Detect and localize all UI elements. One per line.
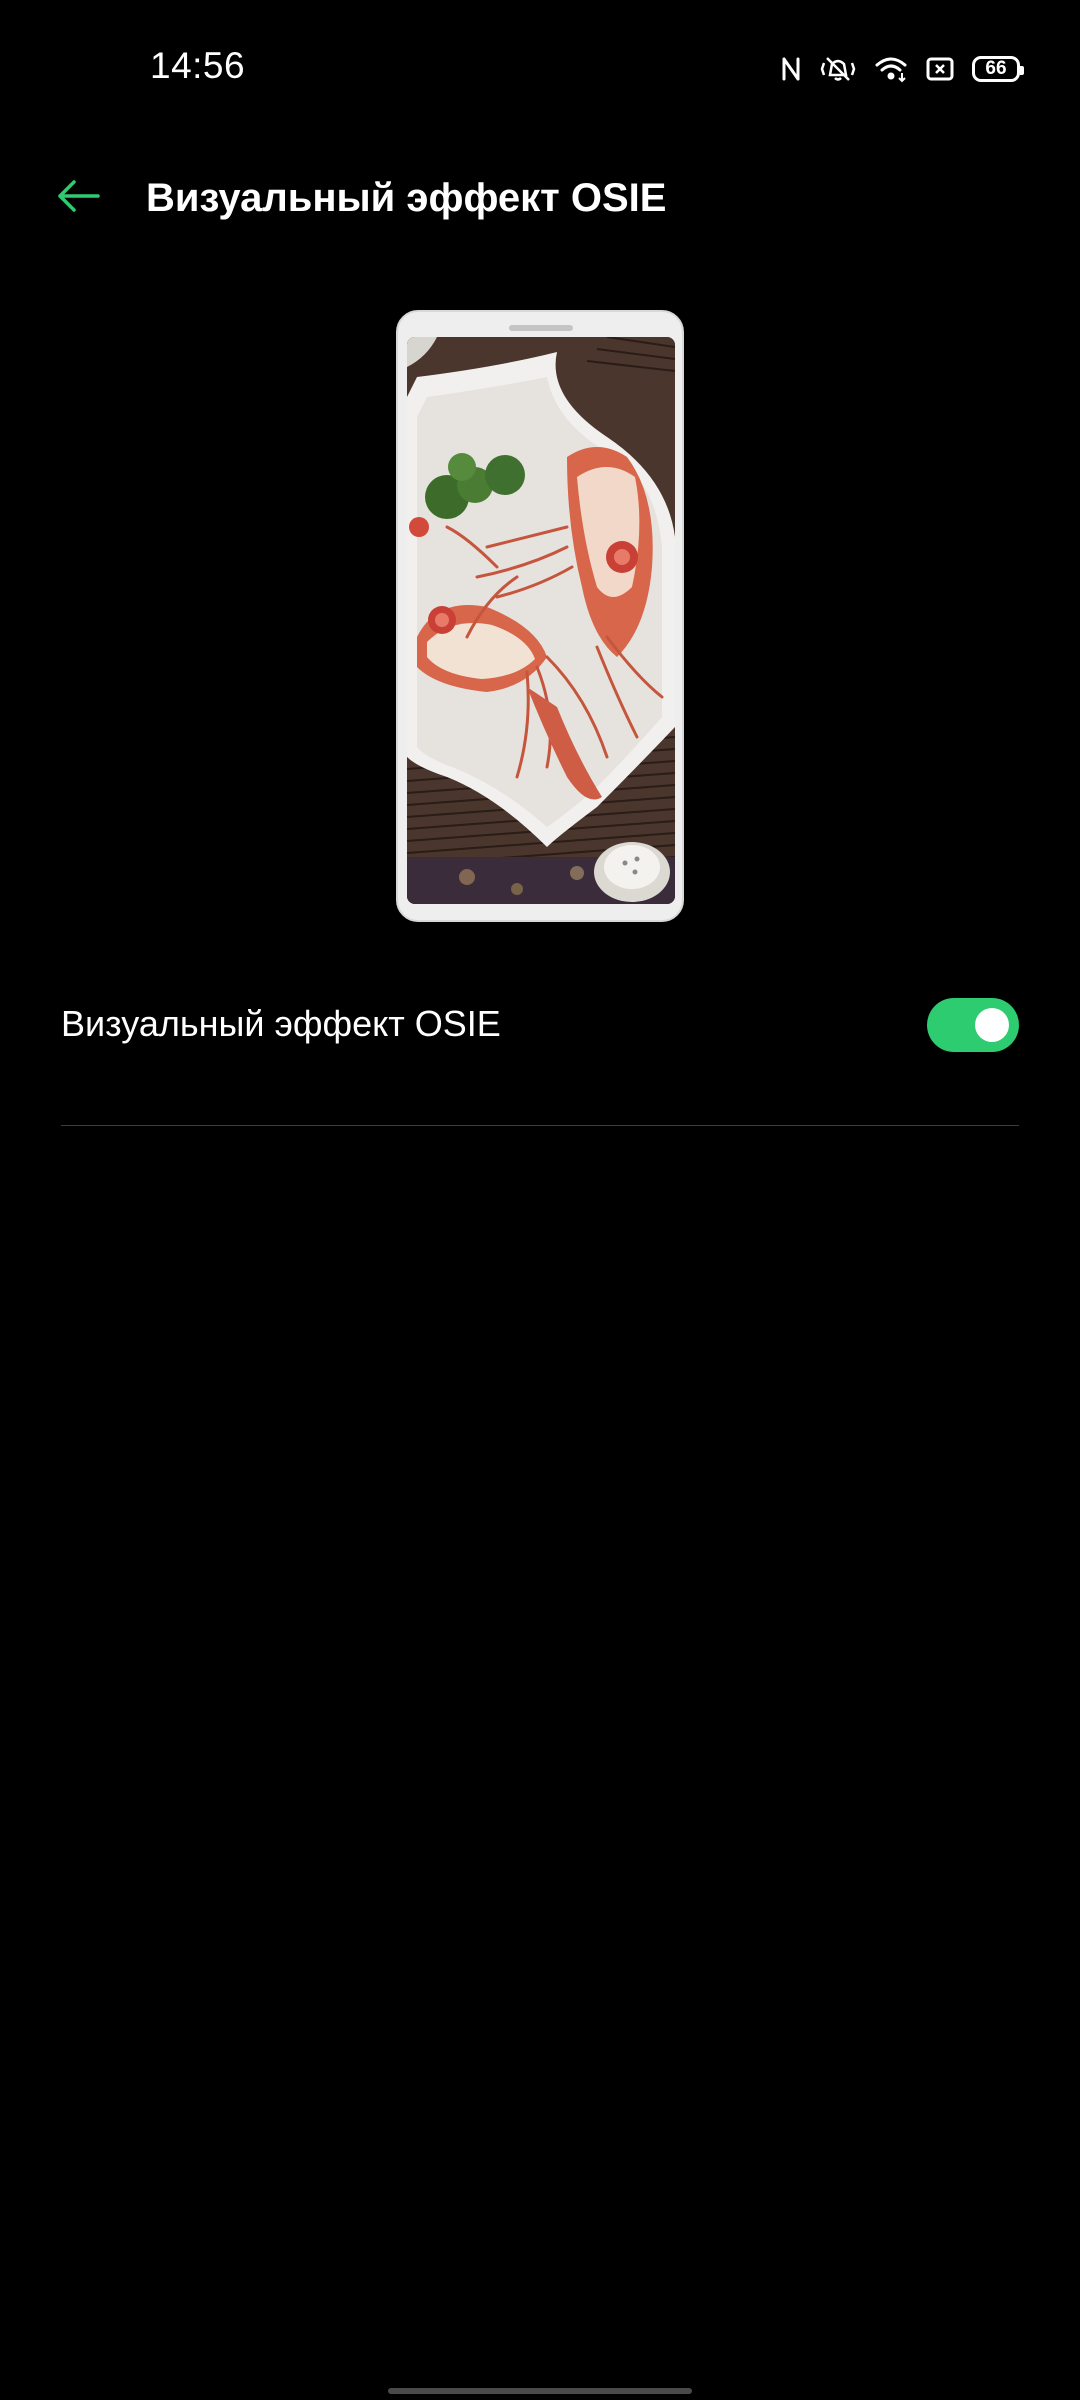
osie-toggle-switch[interactable] bbox=[927, 998, 1019, 1052]
status-icons: 66 bbox=[780, 49, 1024, 89]
wifi-icon bbox=[874, 55, 908, 83]
page-title: Визуальный эффект OSIE bbox=[146, 176, 667, 220]
sim-icon bbox=[926, 56, 954, 82]
battery-icon: 66 bbox=[972, 56, 1024, 82]
preview-phone-frame bbox=[396, 310, 684, 922]
status-time: 14:56 bbox=[150, 45, 246, 86]
osie-setting-label: Визуальный эффект OSIE bbox=[61, 1003, 501, 1044]
nfc-icon bbox=[780, 56, 802, 82]
osie-setting-row[interactable]: Визуальный эффект OSIE bbox=[61, 984, 1019, 1064]
toggle-knob bbox=[975, 1008, 1009, 1042]
back-button[interactable] bbox=[48, 168, 108, 228]
toolbar: Визуальный эффект OSIE bbox=[0, 150, 1080, 246]
gesture-bar[interactable] bbox=[388, 2388, 692, 2394]
arrow-left-icon bbox=[56, 178, 100, 219]
preview-speaker bbox=[509, 325, 573, 331]
battery-level: 66 bbox=[985, 58, 1007, 79]
preview-image bbox=[407, 337, 675, 904]
vibrate-icon bbox=[820, 55, 856, 83]
divider bbox=[61, 1125, 1019, 1126]
status-bar: 14:56 66 bbox=[0, 0, 1080, 136]
